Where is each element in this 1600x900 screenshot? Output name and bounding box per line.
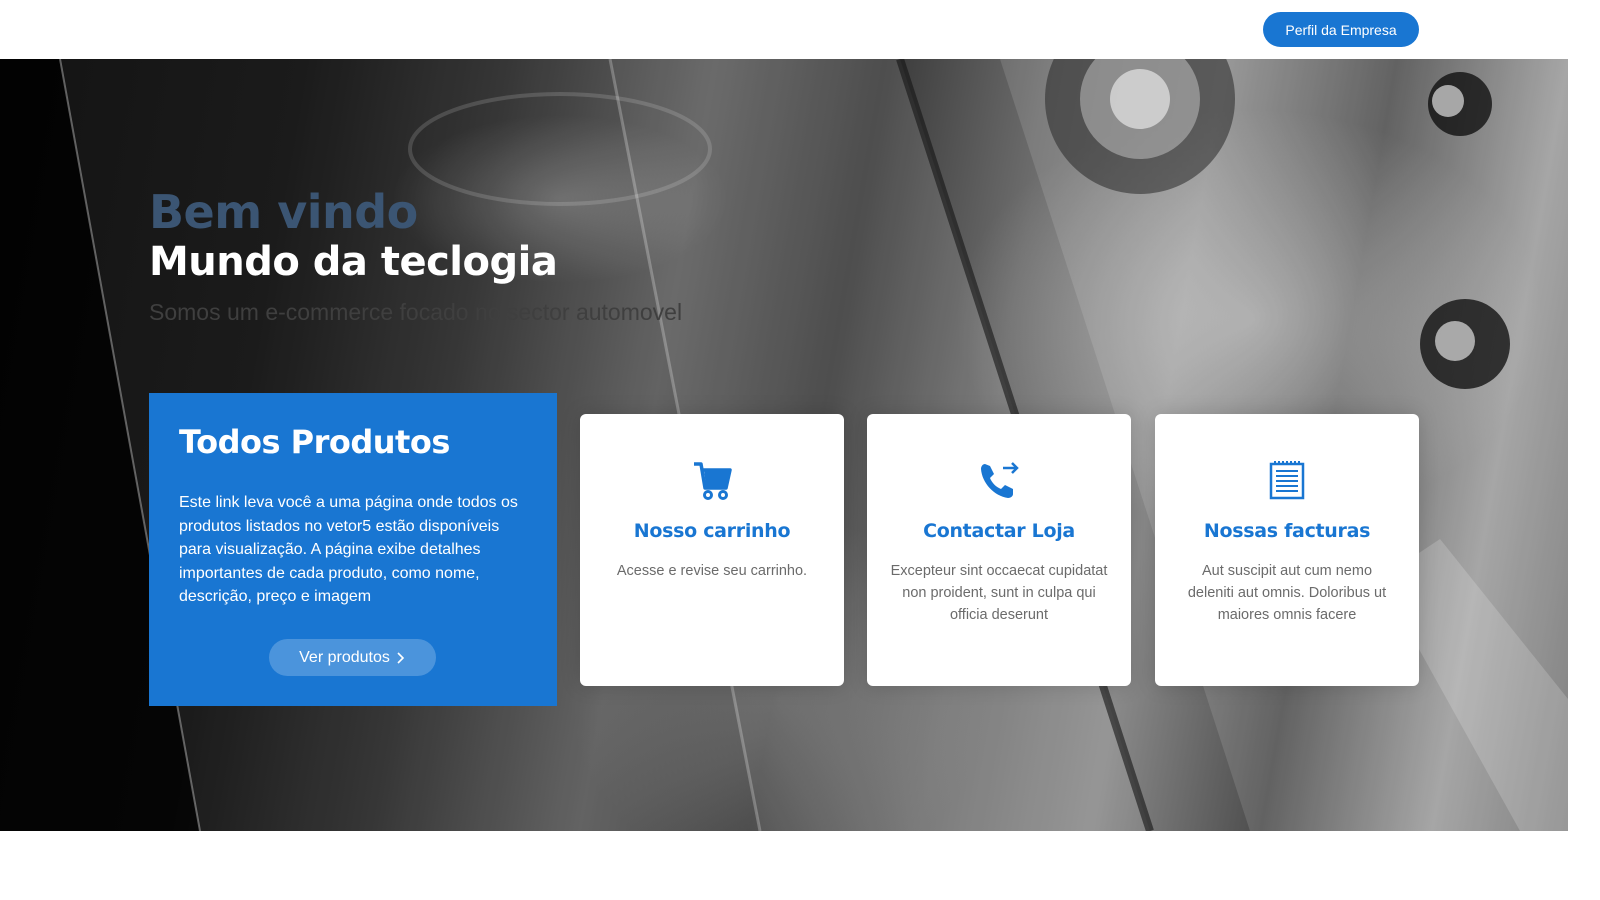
view-products-button[interactable]: Ver produtos	[269, 639, 436, 676]
page-bottom-band	[0, 831, 1600, 900]
hero-subtitle: Somos um e-commerce focado no sector aut…	[149, 299, 683, 325]
company-profile-button[interactable]: Perfil da Empresa	[1263, 12, 1419, 47]
view-products-label: Ver produtos	[299, 648, 390, 666]
invoice-icon	[1269, 461, 1305, 500]
hero-title-welcome: Bem vindo	[149, 185, 418, 239]
hero-title-world: Mundo da teclogia	[149, 239, 558, 285]
invoices-card[interactable]: Nossas facturas Aut suscipit aut cum nem…	[1155, 414, 1419, 686]
all-products-description: Este link leva você a uma página onde to…	[179, 494, 518, 605]
cart-card-title: Nosso carrinho	[633, 520, 791, 542]
all-products-title: Todos Produtos	[179, 423, 450, 461]
invoices-card-text: Aut suscipit aut cum nemo deleniti aut o…	[1187, 563, 1387, 623]
all-products-panel: Todos Produtos Este link leva você a uma…	[149, 393, 557, 706]
hero-section: Bem vindo Mundo da teclogia Somos um e-c…	[0, 59, 1568, 831]
cart-card-text: Acesse e revise seu carrinho.	[616, 563, 808, 579]
invoices-card-title: Nossas facturas	[1203, 520, 1371, 542]
cart-card[interactable]: Nosso carrinho Acesse e revise seu carri…	[580, 414, 844, 686]
chevron-right-icon	[397, 651, 404, 664]
cart-icon	[694, 462, 732, 500]
phone-forward-icon	[981, 462, 1019, 498]
contact-store-card-text: Excepteur sint occaecat cupidatat non pr…	[890, 563, 1108, 623]
top-header: Perfil da Empresa	[0, 0, 1600, 59]
contact-store-card-title: Contactar Loja	[923, 520, 1075, 542]
contact-store-card[interactable]: Contactar Loja Excepteur sint occaecat c…	[867, 414, 1131, 686]
